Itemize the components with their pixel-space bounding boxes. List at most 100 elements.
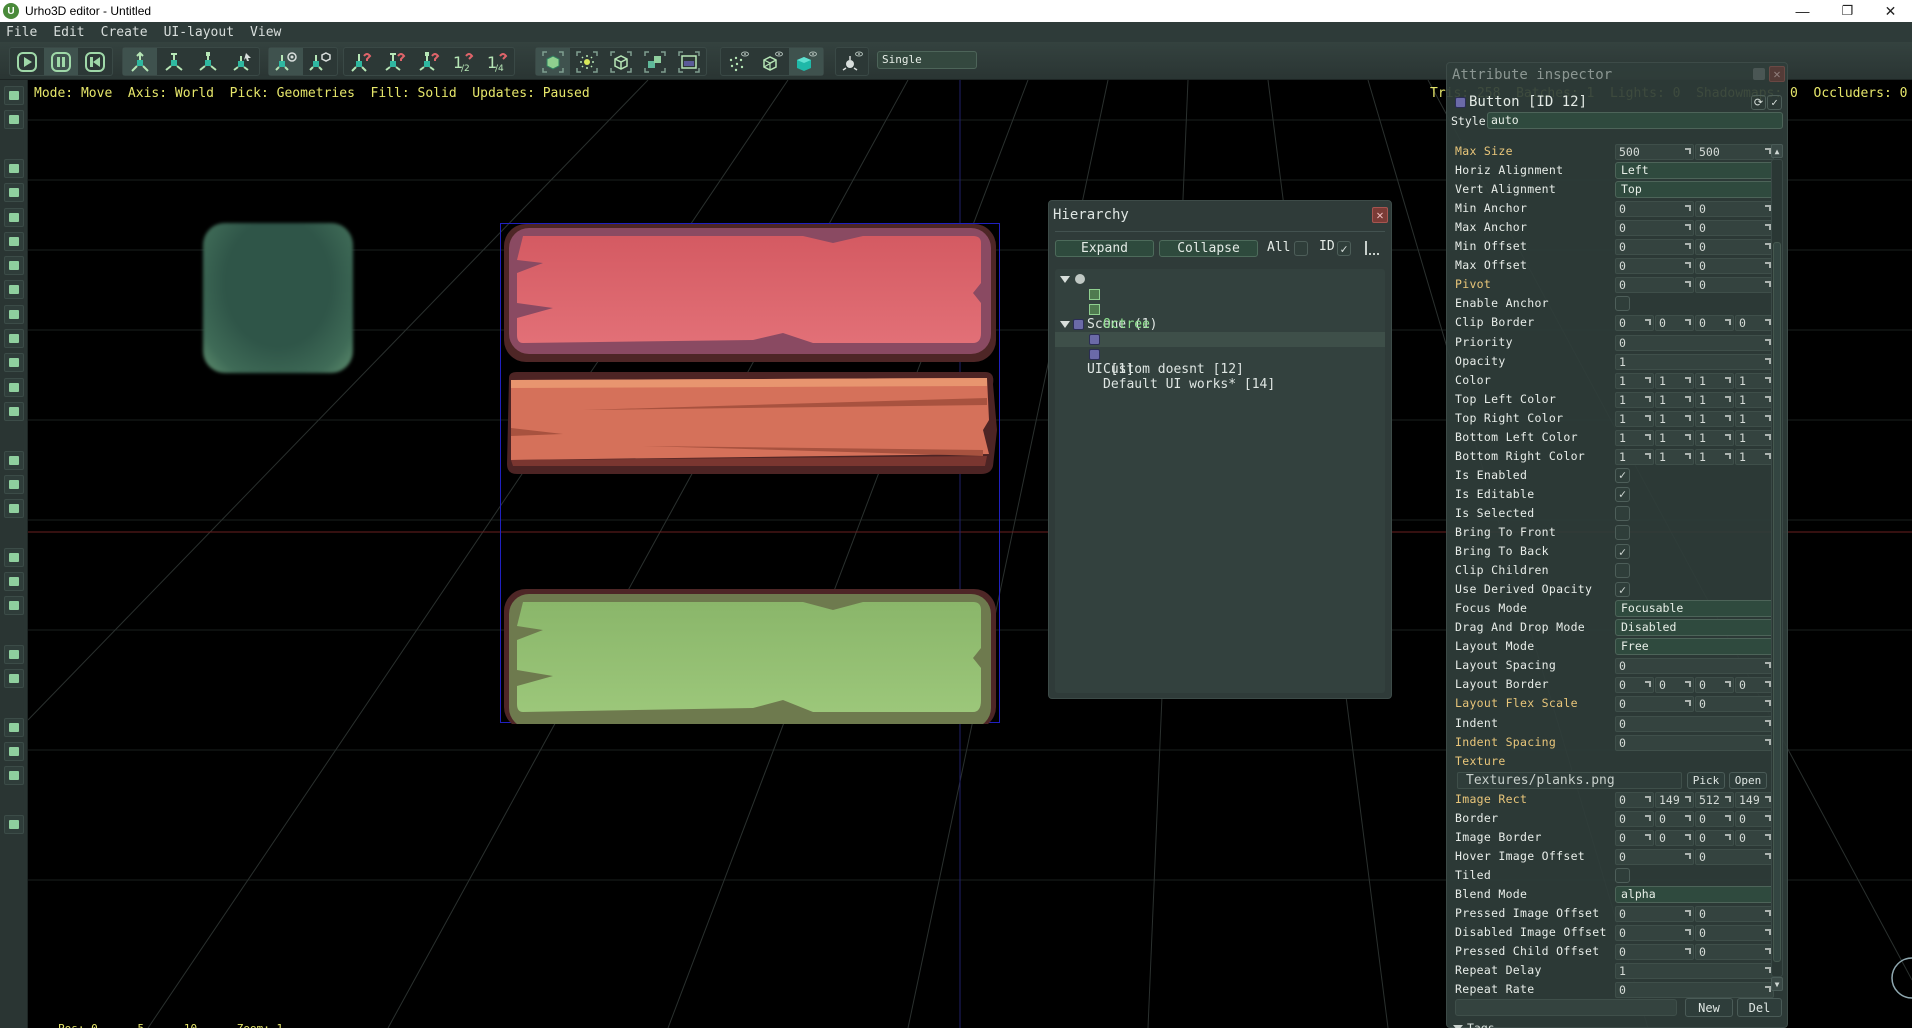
attr-value-layout-border-1[interactable]: 0	[1655, 677, 1694, 694]
attr-value-opacity-0[interactable]: 1	[1615, 353, 1774, 370]
snap-scale-button[interactable]	[412, 48, 446, 75]
attr-value-clip-border-2[interactable]: 0	[1695, 315, 1734, 332]
offmesh-connection-button[interactable]	[4, 766, 24, 786]
attr-value-clip-border-3[interactable]: 0	[1735, 315, 1774, 332]
attr-dropdown-focus-mode[interactable]: Focusable	[1615, 600, 1775, 618]
attr-value-bottom-right-color-1[interactable]: 1	[1655, 448, 1694, 465]
attr-value-image-rect-2[interactable]: 512	[1695, 791, 1734, 808]
attr-value-top-right-color-2[interactable]: 1	[1695, 410, 1734, 427]
collapse-button[interactable]: Collapse	[1159, 240, 1258, 257]
attr-dropdown-drag-and-drop-mode[interactable]: Disabled	[1615, 619, 1775, 637]
attr-value-layout-flex-scale-0[interactable]: 0	[1615, 696, 1694, 713]
drag-spin-icon[interactable]	[1645, 681, 1651, 688]
delete-variable-button[interactable]: Del	[1737, 998, 1782, 1017]
attr-value-layout-border-2[interactable]: 0	[1695, 677, 1734, 694]
attr-value-color-0[interactable]: 1	[1615, 372, 1654, 389]
navigation-mesh-button[interactable]	[4, 717, 24, 737]
attr-value-priority-0[interactable]: 0	[1615, 334, 1774, 351]
attr-value-color-1[interactable]: 1	[1655, 372, 1694, 389]
drag-spin-icon[interactable]	[1645, 319, 1651, 326]
attr-value-top-right-color-1[interactable]: 1	[1655, 410, 1694, 427]
attr-checkbox-bring-to-back[interactable]: ✓	[1615, 544, 1630, 560]
expand-arrow-icon[interactable]	[1060, 321, 1070, 328]
play-button[interactable]	[10, 48, 44, 75]
close-window-button[interactable]: ✕	[1868, 0, 1912, 22]
attr-value-top-left-color-2[interactable]: 1	[1695, 391, 1734, 408]
rewind-button[interactable]	[78, 48, 112, 75]
attr-dropdown-blend-mode[interactable]: alpha	[1615, 885, 1775, 903]
attribute-scrollbar[interactable]	[1771, 159, 1783, 977]
attr-value-min-anchor-1[interactable]: 0	[1695, 201, 1774, 218]
sound-listener-button[interactable]	[4, 450, 24, 470]
attr-value-bottom-left-color-2[interactable]: 1	[1695, 429, 1734, 446]
attr-value-pivot-1[interactable]: 0	[1695, 277, 1774, 294]
menu-file[interactable]: File	[0, 25, 47, 40]
drag-spin-icon[interactable]	[1685, 433, 1691, 440]
light-button[interactable]	[4, 158, 24, 178]
attr-value-max-size-1[interactable]: 500	[1695, 144, 1774, 160]
snap-half-button[interactable]: 1/2	[446, 48, 480, 75]
attr-value-max-offset-0[interactable]: 0	[1615, 258, 1694, 275]
attr-checkbox-use-derived-opacity[interactable]: ✓	[1615, 582, 1630, 598]
scrollbar-thumb[interactable]	[1773, 242, 1781, 962]
attr-value-border-0[interactable]: 0	[1615, 810, 1654, 827]
attr-value-min-offset-0[interactable]: 0	[1615, 239, 1694, 256]
drag-spin-icon[interactable]	[1725, 795, 1731, 802]
static-model-button[interactable]	[4, 231, 24, 251]
attr-dropdown-horiz-alignment[interactable]: Left	[1615, 162, 1775, 180]
drag-spin-icon[interactable]	[1725, 833, 1731, 840]
drag-spin-icon[interactable]	[1685, 929, 1691, 936]
green-plank-button[interactable]	[503, 588, 997, 724]
drag-spin-icon[interactable]	[1685, 414, 1691, 421]
attr-value-layout-border-3[interactable]: 0	[1735, 677, 1774, 694]
drag-spin-icon[interactable]	[1685, 395, 1691, 402]
attr-value-pressed-child-offset-1[interactable]: 0	[1695, 944, 1774, 961]
attr-value-image-border-3[interactable]: 0	[1735, 829, 1774, 846]
attr-value-image-border-0[interactable]: 0	[1615, 829, 1654, 846]
attr-checkbox-is-selected[interactable]	[1615, 505, 1630, 521]
drag-spin-icon[interactable]	[1645, 433, 1651, 440]
tree-item-custom-doesnt[interactable]: Custom doesnt [12]	[1055, 332, 1385, 377]
move-mode-button[interactable]	[123, 48, 157, 75]
navigable-button[interactable]	[4, 742, 24, 762]
scroll-up-button[interactable]: ▲	[1771, 144, 1783, 158]
drag-spin-icon[interactable]	[1685, 452, 1691, 459]
constraint-button[interactable]	[4, 596, 24, 616]
billboard-button[interactable]	[4, 280, 24, 300]
drag-spin-icon[interactable]	[1645, 833, 1651, 840]
attr-value-color-3[interactable]: 1	[1735, 372, 1774, 389]
attr-value-top-left-color-3[interactable]: 1	[1735, 391, 1774, 408]
camera-view-button[interactable]	[836, 48, 868, 75]
attr-checkbox-is-enabled[interactable]: ✓	[1615, 467, 1630, 483]
attr-value-min-anchor-0[interactable]: 0	[1615, 201, 1694, 218]
drag-spin-icon[interactable]	[1725, 376, 1731, 383]
drag-spin-icon[interactable]	[1725, 452, 1731, 459]
attr-value-image-rect-1[interactable]: 149	[1655, 791, 1694, 808]
attr-value-indent-0[interactable]: 0	[1615, 715, 1774, 732]
texture-resource-field[interactable]: Textures/planks.png	[1457, 771, 1682, 789]
view-layout-dropdown[interactable]: Single	[877, 51, 977, 69]
pick-zones-button[interactable]	[604, 48, 638, 75]
collision-shape-button[interactable]	[4, 572, 24, 591]
attr-value-image-rect-0[interactable]: 0	[1615, 791, 1654, 808]
drag-spin-icon[interactable]	[1685, 224, 1691, 231]
drag-spin-icon[interactable]	[1725, 681, 1731, 688]
hierarchy-close-button[interactable]: ✕	[1372, 207, 1388, 223]
attr-value-color-2[interactable]: 1	[1695, 372, 1734, 389]
drag-spin-icon[interactable]	[1685, 948, 1691, 955]
select-mode-button[interactable]	[225, 48, 259, 75]
texture-open-button[interactable]: Open	[1729, 771, 1767, 789]
attr-value-top-left-color-1[interactable]: 1	[1655, 391, 1694, 408]
texture-pick-button[interactable]: Pick	[1687, 771, 1725, 789]
snap-quarter-button[interactable]: 1/4	[480, 48, 514, 75]
attr-value-bottom-right-color-3[interactable]: 1	[1735, 448, 1774, 465]
attr-value-layout-border-0[interactable]: 0	[1615, 677, 1654, 694]
drag-spin-icon[interactable]	[1685, 910, 1691, 916]
menu-create[interactable]: Create	[95, 25, 158, 40]
drag-spin-icon[interactable]	[1685, 852, 1691, 859]
attr-value-repeat-delay-0[interactable]: 1	[1615, 963, 1774, 980]
drag-spin-icon[interactable]	[1685, 205, 1691, 212]
drag-spin-icon[interactable]	[1685, 262, 1691, 269]
new-variable-button[interactable]: New	[1685, 998, 1733, 1017]
text3d-button[interactable]	[4, 401, 24, 421]
